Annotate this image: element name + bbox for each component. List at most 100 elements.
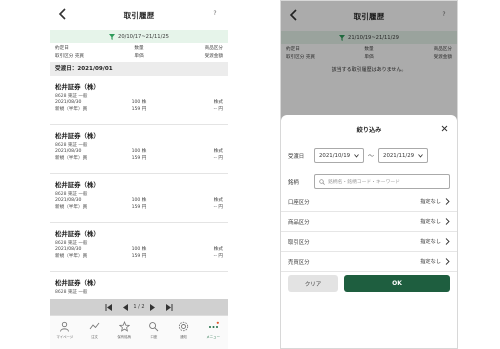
chevron-down-icon xyxy=(354,153,359,158)
column-headers: 約定日 数量 商品区分 取引区分 売買 単価 受渡金額 xyxy=(50,43,228,62)
list-item[interactable]: 松井証券（株） 8628 東証 一般 2021/08/30 100 株株式 新規（… xyxy=(50,174,228,223)
option-label: 売買区分 xyxy=(288,259,310,266)
category: 株式 xyxy=(213,247,223,252)
stock-name: 松井証券（株） xyxy=(55,132,100,140)
tab-bar: マイページ 注文 保有銘柄 口座 通知 メニュー xyxy=(50,315,228,349)
stock-filter-row: 銘柄 銘柄名・銘柄コード・キーワード xyxy=(281,174,457,189)
unit-price: 159 円 xyxy=(131,107,147,112)
ok-button[interactable]: OK xyxy=(344,275,450,292)
chevron-down-icon xyxy=(418,153,423,158)
header: 取引履歴 ? xyxy=(50,0,228,30)
page-indicator: 1 / 2 xyxy=(133,304,145,310)
tab-holdings[interactable]: 保有銘柄 xyxy=(109,316,139,349)
tab-label: マイページ xyxy=(56,335,74,339)
amount: -- 円 xyxy=(213,156,223,161)
back-icon[interactable] xyxy=(58,8,68,20)
quantity: 100 株 xyxy=(131,198,147,203)
option-value: 指定なし xyxy=(420,259,441,265)
trade-date: 2021/08/30 xyxy=(55,149,82,154)
section-header: 受渡日：2021/09/01 xyxy=(50,62,228,76)
trade-type: 新規（半年）買 xyxy=(55,107,88,112)
date-filter-row: 受渡日 2021/10/19 〜 2021/11/29 xyxy=(281,148,457,163)
tab-mypage[interactable]: マイページ xyxy=(50,316,80,349)
list-item[interactable]: 松井証券（株） 8628 東証 一般 2021/08/30 100 株株式 新規（… xyxy=(50,76,228,125)
clear-button[interactable]: クリア xyxy=(288,275,338,292)
chevron-right-icon xyxy=(445,238,450,245)
account-type-option[interactable]: 口座区分 指定なし xyxy=(281,192,457,212)
page-title: 取引履歴 xyxy=(123,10,155,20)
stock-name: 松井証券（株） xyxy=(55,279,100,287)
chevron-right-icon xyxy=(445,218,450,225)
trade-type: 新規（半年）買 xyxy=(55,205,88,210)
next-page-icon[interactable] xyxy=(148,302,158,312)
date-separator: 〜 xyxy=(368,153,375,160)
tab-notice[interactable]: 通知 xyxy=(169,316,199,349)
tab-order[interactable]: 注文 xyxy=(80,316,110,349)
tab-label: メニュー xyxy=(206,335,220,339)
option-value: 指定なし xyxy=(420,219,441,225)
last-page-icon[interactable] xyxy=(164,302,174,312)
history-screen: 取引履歴 ? 20/10/17~21/11/25 約定日 数量 商品区分 取引区… xyxy=(50,0,228,349)
stock-name: 松井証券（株） xyxy=(55,230,100,238)
first-page-icon[interactable] xyxy=(104,302,114,312)
tab-menu[interactable]: メニュー xyxy=(198,316,228,349)
prev-page-icon[interactable] xyxy=(120,302,130,312)
tab-account[interactable]: 口座 xyxy=(139,316,169,349)
option-value: 指定なし xyxy=(420,199,441,205)
sheet-actions: クリア OK xyxy=(288,275,450,292)
person-icon xyxy=(60,321,70,332)
quantity: 100 株 xyxy=(131,247,147,252)
help-icon[interactable]: ? xyxy=(210,9,220,19)
chevron-right-icon xyxy=(445,198,450,205)
date-range-text: 20/10/17~21/11/25 xyxy=(118,33,169,40)
amount: -- 円 xyxy=(213,107,223,112)
tab-label: 保有銘柄 xyxy=(117,335,131,339)
quantity: 100 株 xyxy=(131,149,147,154)
chevron-right-icon xyxy=(445,258,450,265)
search-icon xyxy=(149,322,159,332)
search-placeholder: 銘柄名・銘柄コード・キーワード xyxy=(328,180,400,185)
unit-price: 159 円 xyxy=(131,254,147,259)
stock-search-input[interactable]: 銘柄名・銘柄コード・キーワード xyxy=(314,174,450,189)
list-item[interactable]: 松井証券（株） 8628 東証 一般 2021/08/30 100 株株式 新規（… xyxy=(50,223,228,272)
date-range-filter[interactable]: 20/10/17~21/11/25 xyxy=(50,30,228,43)
trade-date: 2021/08/30 xyxy=(55,100,82,105)
col-price: 単価 xyxy=(134,53,144,59)
buy-sell-option[interactable]: 売買区分 指定なし xyxy=(281,252,457,272)
category: 株式 xyxy=(213,149,223,154)
amount: -- 円 xyxy=(213,205,223,210)
date-from-select[interactable]: 2021/10/19 xyxy=(314,148,364,163)
trade-type: 新規（半年）買 xyxy=(55,156,88,161)
date-label: 受渡日 xyxy=(288,153,305,160)
trade-date: 2021/08/30 xyxy=(55,198,82,203)
trade-type-option[interactable]: 取引区分 指定なし xyxy=(281,232,457,252)
tab-label: 通知 xyxy=(180,335,187,339)
stock-name: 松井証券（株） xyxy=(55,83,100,91)
unit-price: 159 円 xyxy=(131,156,147,161)
product-type-option[interactable]: 商品区分 指定なし xyxy=(281,212,457,232)
sheet-title: 絞り込み xyxy=(356,127,382,134)
gear-icon xyxy=(178,321,189,332)
unit-price: 159 円 xyxy=(131,205,147,210)
more-icon xyxy=(208,321,219,328)
option-label: 口座区分 xyxy=(288,199,310,206)
option-label: 商品区分 xyxy=(288,219,310,226)
filter-screen: 取引履歴 ? 21/10/19~21/11/29 約定日 数量 商品区分 取引区… xyxy=(280,0,458,349)
col-amount: 受渡金額 xyxy=(204,53,223,59)
close-icon[interactable] xyxy=(440,124,449,133)
quantity: 100 株 xyxy=(131,100,147,105)
col-qty: 数量 xyxy=(134,46,144,51)
stock-code: 8628 東証 一般 xyxy=(55,290,88,295)
date-to-value: 2021/11/29 xyxy=(383,152,415,159)
star-icon xyxy=(118,321,130,332)
trade-type: 新規（半年）買 xyxy=(55,254,88,259)
tab-label: 注文 xyxy=(91,335,98,339)
date-to-select[interactable]: 2021/11/29 xyxy=(378,148,429,163)
tab-label: 口座 xyxy=(150,335,158,339)
trade-date: 2021/08/30 xyxy=(55,247,82,252)
col-trade-type: 取引区分 売買 xyxy=(55,53,85,59)
list-item[interactable]: 松井証券（株） 8628 東証 一般 2021/08/30 100 株株式 新規（… xyxy=(50,125,228,174)
amount: -- 円 xyxy=(213,254,223,259)
option-label: 取引区分 xyxy=(288,239,310,246)
option-value: 指定なし xyxy=(420,239,441,245)
